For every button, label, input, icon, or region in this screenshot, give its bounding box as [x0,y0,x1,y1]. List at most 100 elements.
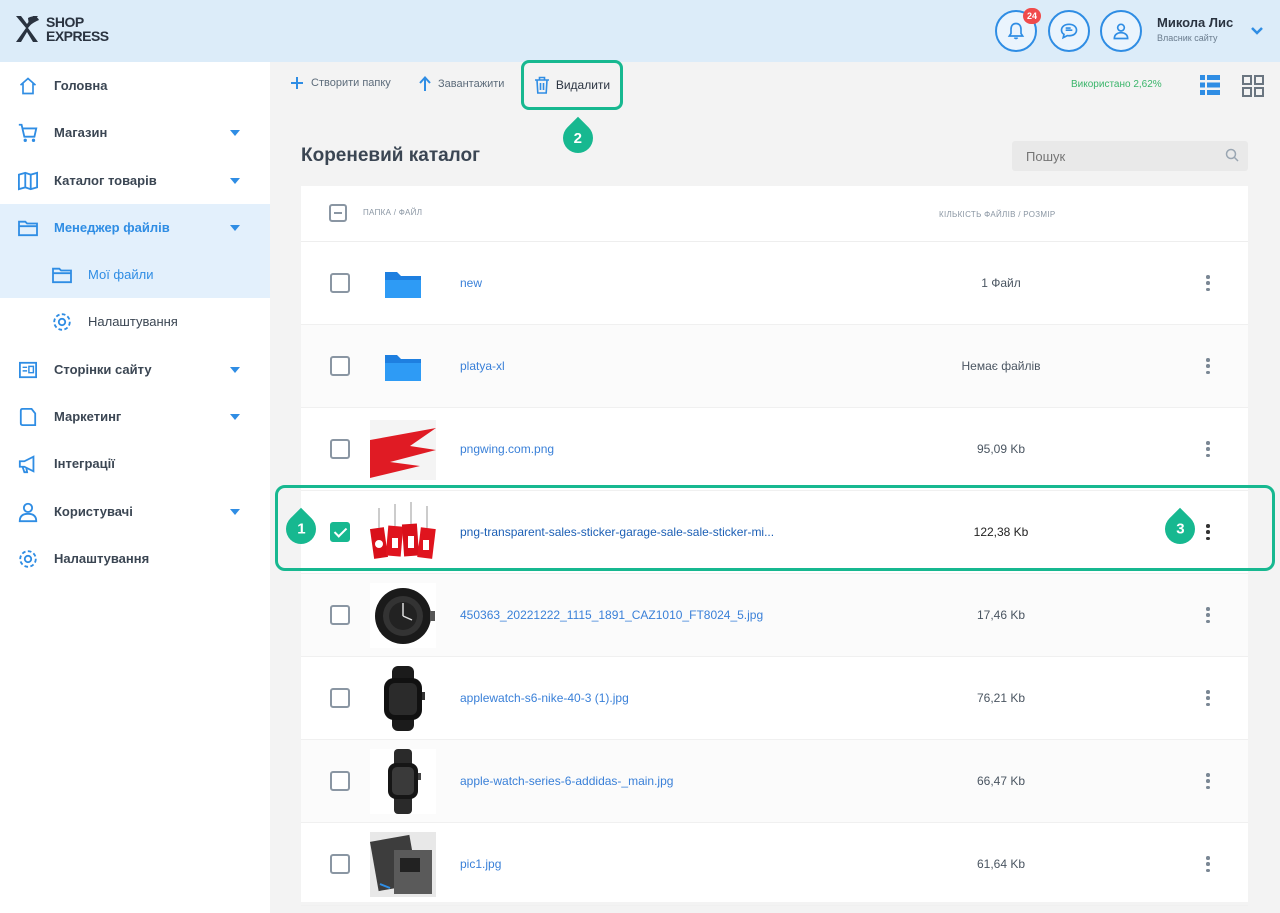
create-folder-button[interactable]: Створити папку [290,76,391,90]
file-name[interactable]: apple-watch-series-6-addidas-_main.jpg [460,774,673,788]
file-table: Папка / Файл Кількість файлів / Розмір n… [301,186,1248,906]
search-input[interactable] [1012,141,1248,171]
gear-icon [16,547,40,571]
sidebar-item-integrations[interactable]: Інтеграції [0,440,270,487]
table-row[interactable]: applewatch-s6-nike-40-3 (1).jpg 76,21 Kb [301,657,1248,740]
image-thumbnail [370,500,436,565]
sidebar-item-label: Магазин [54,125,108,140]
file-size: 66,47 Kb [976,774,1026,788]
table-row[interactable]: pngwing.com.png 95,09 Kb [301,408,1248,491]
file-name[interactable]: pic1.jpg [460,857,501,871]
row-checkbox[interactable] [330,688,350,708]
image-thumbnail [370,666,436,731]
page-title: Кореневий каталог [301,145,481,166]
caret-down-icon [230,129,240,136]
caret-down-icon [230,224,240,231]
file-size: Немає файлів [961,359,1041,373]
chevron-down-icon[interactable] [1250,26,1264,36]
sidebar-item-label: Налаштування [88,314,178,329]
more-icon[interactable] [1204,522,1212,542]
sidebar-item-my-files[interactable]: Мої файли [0,251,270,298]
row-checkbox[interactable] [330,356,350,376]
sidebar-item-users[interactable]: Користувачі [0,488,270,535]
table-row[interactable]: platya-xl Немає файлів [301,325,1248,408]
file-name[interactable]: png-transparent-sales-sticker-garage-sal… [460,525,774,539]
row-checkbox[interactable] [330,522,350,542]
user-name[interactable]: Микола Лис [1157,15,1233,30]
table-row[interactable]: pic1.jpg 61,64 Kb [301,823,1248,906]
row-checkbox[interactable] [330,273,350,293]
list-view-icon[interactable] [1199,74,1221,96]
delete-label: Видалити [555,78,611,92]
logo[interactable]: SHOP EXPRESS [14,14,109,44]
row-checkbox[interactable] [330,854,350,874]
sidebar-item-label: Користувачі [54,504,133,519]
file-size: 95,09 Kb [976,442,1026,456]
file-size: 122,38 Kb [973,525,1029,539]
file-name[interactable]: applewatch-s6-nike-40-3 (1).jpg [460,691,629,705]
delete-button[interactable]: Видалити [521,60,623,110]
file-size: 1 Файл [981,276,1021,290]
upload-label: Завантажити [438,78,505,90]
logo-text: SHOP EXPRESS [46,14,109,44]
file-name[interactable]: pngwing.com.png [460,442,554,456]
row-checkbox[interactable] [330,439,350,459]
file-name[interactable]: 450363_20221222_1115_1891_CAZ1010_FT8024… [460,608,763,622]
user-icon [1113,23,1129,40]
image-thumbnail [370,583,436,648]
select-all-checkbox[interactable] [329,204,347,222]
image-thumbnail [370,749,436,814]
table-row[interactable]: 450363_20221222_1115_1891_CAZ1010_FT8024… [301,574,1248,657]
sidebar-item-label: Мої файли [88,267,154,282]
upload-button[interactable]: Завантажити [419,76,504,92]
sidebar: Головна Магазин Каталог товарів Менеджер… [0,62,270,913]
create-folder-label: Створити папку [311,77,391,89]
sidebar-item-catalog[interactable]: Каталог товарів [0,157,270,204]
folder-icon [16,216,40,240]
row-checkbox[interactable] [330,771,350,791]
user-role: Власник сайту [1157,33,1218,43]
search-icon[interactable] [1225,148,1239,162]
sidebar-item-label: Сторінки сайту [54,362,152,377]
sidebar-item-home[interactable]: Головна [0,62,270,109]
row-checkbox[interactable] [330,605,350,625]
more-icon[interactable] [1204,605,1212,625]
table-row[interactable]: apple-watch-series-6-addidas-_main.jpg 6… [301,740,1248,823]
more-icon[interactable] [1204,771,1212,791]
more-icon[interactable] [1204,854,1212,874]
more-icon[interactable] [1204,688,1212,708]
caret-down-icon [230,177,240,184]
image-thumbnail [370,417,436,482]
sidebar-item-shop[interactable]: Магазин [0,109,270,156]
marketing-icon [16,405,40,429]
sidebar-item-marketing[interactable]: Маркетинг [0,393,270,440]
image-thumbnail [370,832,436,897]
sidebar-item-label: Менеджер файлів [54,220,170,235]
more-icon[interactable] [1204,439,1212,459]
logo-icon [16,16,39,42]
table-row[interactable]: png-transparent-sales-sticker-garage-sal… [301,491,1248,574]
sidebar-item-label: Інтеграції [54,456,115,471]
notifications-badge: 24 [1023,8,1041,24]
sidebar-item-settings[interactable]: Налаштування [0,535,270,582]
grid-view-icon[interactable] [1241,74,1265,98]
notifications-button[interactable]: 24 [995,8,1041,52]
sidebar-item-label: Головна [54,78,108,93]
megaphone-icon [16,452,40,476]
folder-icon [370,251,436,316]
arrow-up-icon [419,76,431,92]
caret-down-icon [230,366,240,373]
caret-down-icon [230,508,240,515]
column-header-name: Папка / Файл [363,208,423,217]
sidebar-item-site-pages[interactable]: Сторінки сайту [0,346,270,393]
sidebar-item-file-manager[interactable]: Менеджер файлів [0,204,270,251]
profile-button[interactable] [1100,10,1142,52]
more-icon[interactable] [1204,356,1212,376]
table-row[interactable]: new 1 Файл [301,242,1248,325]
sidebar-item-fm-settings[interactable]: Налаштування [0,298,270,345]
messages-button[interactable] [1048,10,1090,52]
file-name[interactable]: new [460,276,482,290]
more-icon[interactable] [1204,273,1212,293]
home-icon [16,74,40,98]
file-name[interactable]: platya-xl [460,359,505,373]
